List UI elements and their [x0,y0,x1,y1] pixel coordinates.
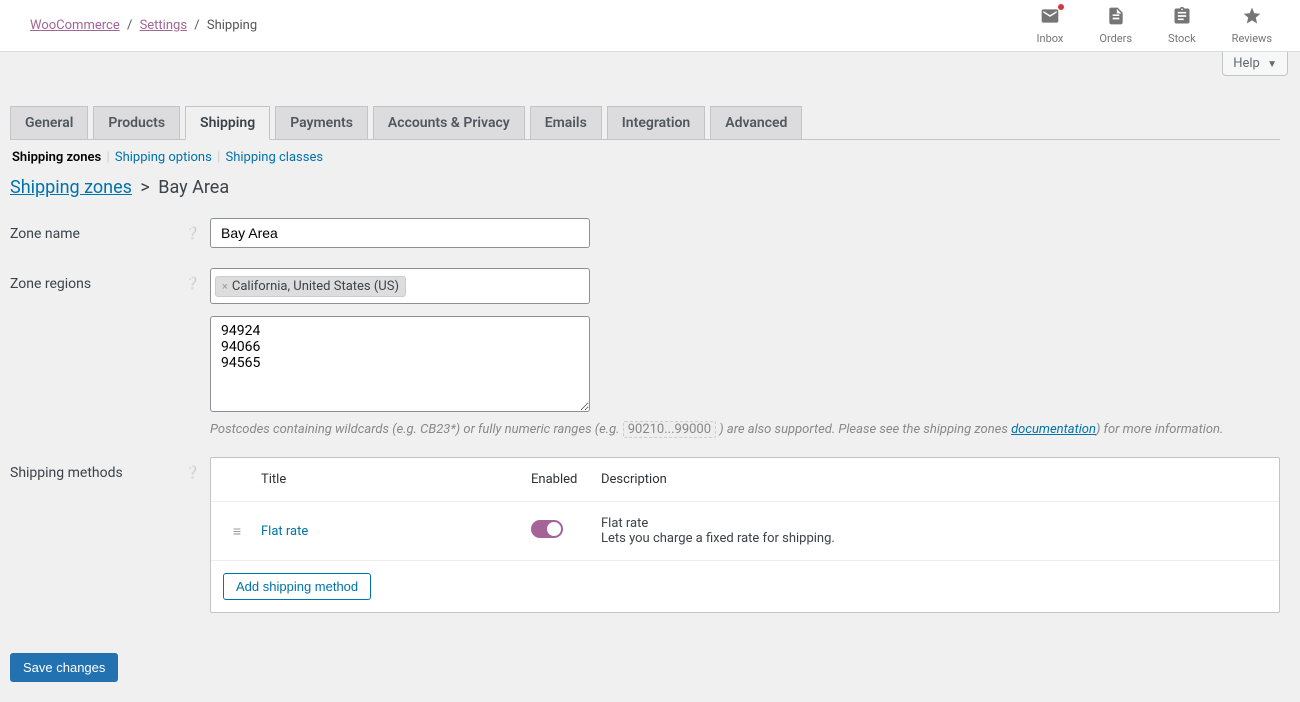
topbar-stock[interactable]: Stock [1160,0,1204,51]
table-row: ≡ Flat rate Flat rate Lets you charge a … [211,502,1279,561]
tab-integration[interactable]: Integration [607,106,705,139]
region-tag: × California, United States (US) [215,276,406,297]
save-changes-button[interactable]: Save changes [10,653,118,682]
enabled-toggle[interactable] [531,520,563,538]
tab-emails[interactable]: Emails [530,106,602,139]
zone-name-input[interactable] [210,218,590,248]
help-tab[interactable]: Help ▼ [1222,52,1288,76]
star-icon [1242,6,1262,30]
postcodes-hint: Postcodes containing wildcards (e.g. CB2… [210,422,1280,437]
page-heading: Shipping zones > Bay Area [10,177,1280,198]
topbar: WooCommerce / Settings / Shipping Inbox … [0,0,1300,52]
breadcrumb-woocommerce[interactable]: WooCommerce [30,18,120,33]
help-icon[interactable]: ❔ [185,465,200,479]
col-enabled: Enabled [531,458,601,501]
inbox-icon [1040,6,1060,30]
tab-accounts-privacy[interactable]: Accounts & Privacy [373,106,525,139]
help-icon[interactable]: ❔ [185,276,200,290]
breadcrumb-settings[interactable]: Settings [140,18,187,33]
col-title: Title [261,458,531,501]
zone-regions-label: Zone regions [10,276,91,292]
zone-regions-select[interactable]: × California, United States (US) [210,268,590,304]
method-desc-text: Lets you charge a fixed rate for shippin… [601,531,1279,546]
topbar-reviews[interactable]: Reviews [1224,0,1280,51]
help-icon[interactable]: ❔ [185,226,200,240]
orders-icon [1106,6,1126,30]
topbar-orders[interactable]: Orders [1091,0,1140,51]
shipping-sub-nav: Shipping zones | Shipping options | Ship… [10,150,1280,165]
shipping-methods-table: Title Enabled Description ≡ Flat rate Fl… [210,457,1280,613]
breadcrumb-current: Shipping [207,18,257,33]
heading-zone-name: Bay Area [158,177,229,198]
settings-tabs: General Products Shipping Payments Accou… [10,106,1280,140]
breadcrumb: WooCommerce / Settings / Shipping [30,4,257,47]
heading-shipping-zones-link[interactable]: Shipping zones [10,177,132,198]
chevron-down-icon: ▼ [1267,59,1277,70]
method-title-link[interactable]: Flat rate [261,524,308,539]
topbar-actions: Inbox Orders Stock Reviews [1029,0,1290,51]
tab-shipping[interactable]: Shipping [185,106,270,140]
col-description: Description [601,458,1279,501]
add-shipping-method-button[interactable]: Add shipping method [223,573,371,600]
remove-tag-icon[interactable]: × [222,280,228,293]
tab-advanced[interactable]: Advanced [710,106,802,139]
unread-dot-icon [1058,4,1064,10]
tab-products[interactable]: Products [93,106,180,139]
tab-payments[interactable]: Payments [275,106,368,139]
zone-name-label: Zone name [10,226,80,242]
postcodes-textarea[interactable] [210,316,590,412]
subnav-zones[interactable]: Shipping zones [12,150,101,165]
tab-general[interactable]: General [10,106,88,139]
method-desc-title: Flat rate [601,516,1279,531]
drag-handle-icon[interactable]: ≡ [233,524,239,540]
help-container: Help ▼ [0,52,1300,76]
shipping-methods-label: Shipping methods [10,465,123,481]
subnav-classes[interactable]: Shipping classes [225,150,323,165]
stock-icon [1172,6,1192,30]
documentation-link[interactable]: documentation [1011,422,1096,437]
topbar-inbox[interactable]: Inbox [1029,0,1072,51]
subnav-options[interactable]: Shipping options [115,150,212,165]
